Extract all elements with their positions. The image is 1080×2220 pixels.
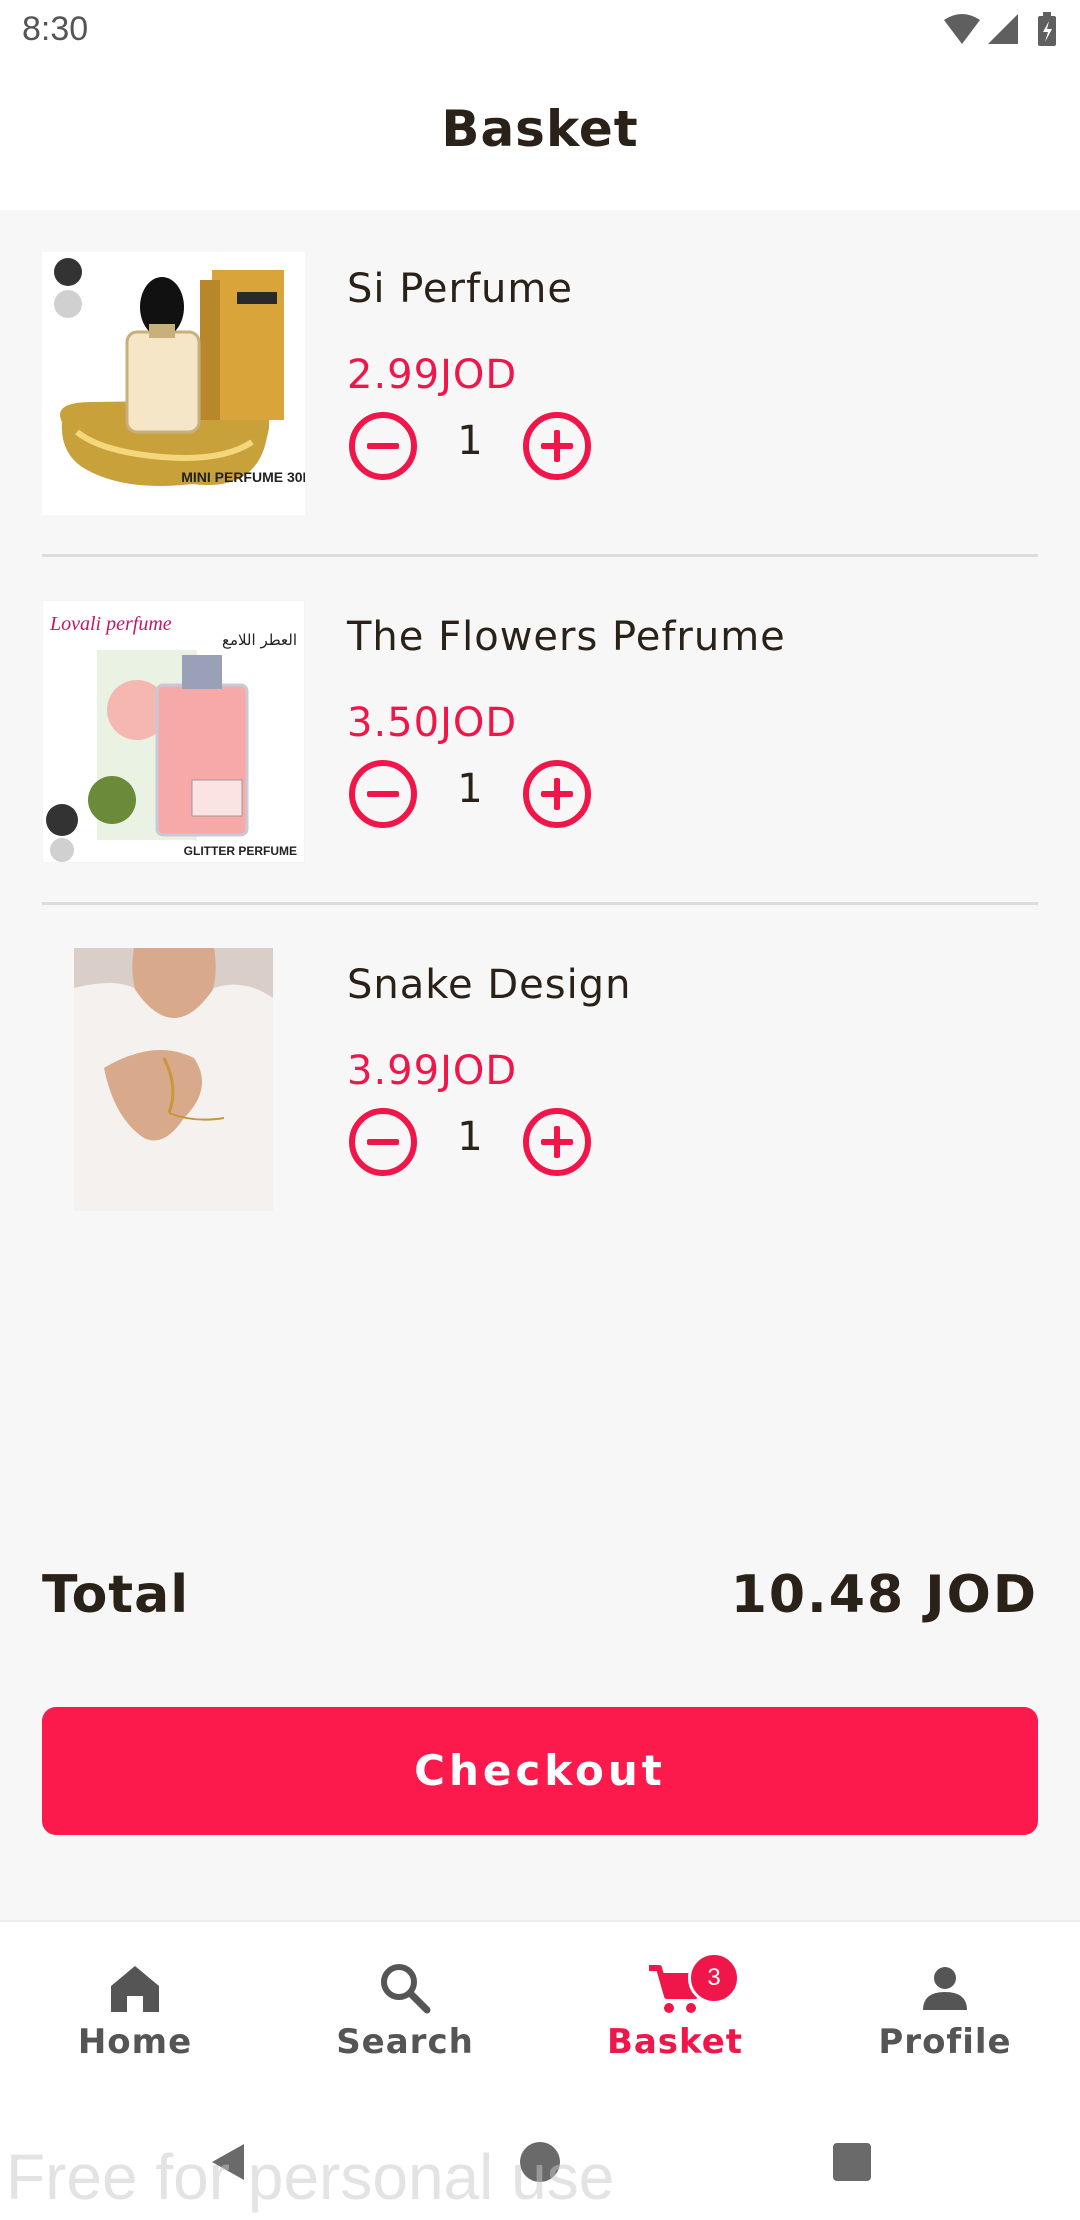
app-header: Basket — [0, 64, 1080, 210]
back-icon[interactable] — [204, 2138, 252, 2186]
item-divider — [42, 554, 1038, 557]
item-name: Si Perfume — [347, 266, 573, 312]
nav-basket[interactable]: 3 Basket — [540, 1922, 810, 2102]
perfume-image: Lovali perfume العطر اللامع GLITTER PERF… — [42, 600, 305, 863]
search-icon — [381, 1964, 431, 2014]
item-name: The Flowers Pefrume — [347, 614, 786, 660]
nav-profile[interactable]: Profile — [810, 1922, 1080, 2102]
quantity-value: 1 — [457, 766, 483, 812]
item-divider — [42, 902, 1038, 905]
basket-item: MINI PERFUME 30ML Si Perfume 2.99JOD 1 — [42, 212, 1038, 522]
bottom-nav: Home Search 3 Basket Profile — [0, 1920, 1080, 2102]
home-circle-icon[interactable] — [516, 2138, 564, 2186]
nav-label: Search — [336, 2022, 474, 2062]
item-price: 3.99JOD — [347, 1048, 518, 1094]
person-icon — [923, 1967, 967, 2010]
minus-circle-icon[interactable] — [347, 1106, 419, 1178]
status-bar: 8:30 — [0, 0, 1080, 64]
quantity-value: 1 — [457, 418, 483, 464]
total-value: 10.48 JOD — [730, 1565, 1038, 1625]
item-price: 2.99JOD — [347, 352, 518, 398]
basket-item: Snake Design 3.99JOD 1 — [42, 908, 1038, 1218]
product-image[interactable]: MINI PERFUME 30ML — [42, 252, 305, 515]
wifi-icon — [944, 14, 980, 44]
recents-icon[interactable] — [828, 2138, 876, 2186]
nav-label: Profile — [878, 2022, 1012, 2062]
plus-circle-icon[interactable] — [521, 410, 593, 482]
home-icon — [111, 1966, 159, 2012]
status-icons — [944, 12, 1056, 46]
image-caption: GLITTER PERFUME — [184, 844, 297, 858]
minus-circle-icon[interactable] — [347, 410, 419, 482]
product-image[interactable] — [74, 948, 273, 1211]
page-title: Basket — [441, 100, 639, 158]
quantity-stepper: 1 — [347, 1106, 607, 1178]
image-arabic-text: العطر اللامع — [222, 631, 297, 649]
total-label: Total — [42, 1565, 190, 1625]
nav-label: Basket — [606, 2022, 744, 2062]
quantity-value: 1 — [457, 1114, 483, 1160]
image-brand-text: Lovali perfume — [49, 613, 172, 635]
system-nav-bar — [0, 2100, 1080, 2220]
plus-circle-icon[interactable] — [521, 1106, 593, 1178]
status-time: 8:30 — [22, 10, 89, 48]
jewelry-image — [74, 948, 273, 1211]
minus-circle-icon[interactable] — [347, 758, 419, 830]
item-price: 3.50JOD — [347, 700, 518, 746]
basket-item: Lovali perfume العطر اللامع GLITTER PERF… — [42, 560, 1038, 870]
item-name: Snake Design — [347, 962, 632, 1008]
battery-icon — [1038, 12, 1056, 46]
product-image[interactable]: Lovali perfume العطر اللامع GLITTER PERF… — [42, 600, 305, 863]
quantity-stepper: 1 — [347, 410, 607, 482]
perfume-image: MINI PERFUME 30ML — [42, 252, 305, 515]
nav-search[interactable]: Search — [270, 1922, 540, 2102]
checkout-button[interactable]: Checkout — [42, 1707, 1038, 1835]
nav-label: Home — [77, 2022, 193, 2062]
quantity-stepper: 1 — [347, 758, 607, 830]
nav-home[interactable]: Home — [0, 1922, 270, 2102]
image-caption: MINI PERFUME 30ML — [181, 469, 305, 485]
cart-badge: 3 — [688, 1952, 740, 2004]
plus-circle-icon[interactable] — [521, 758, 593, 830]
signal-icon — [988, 14, 1018, 44]
